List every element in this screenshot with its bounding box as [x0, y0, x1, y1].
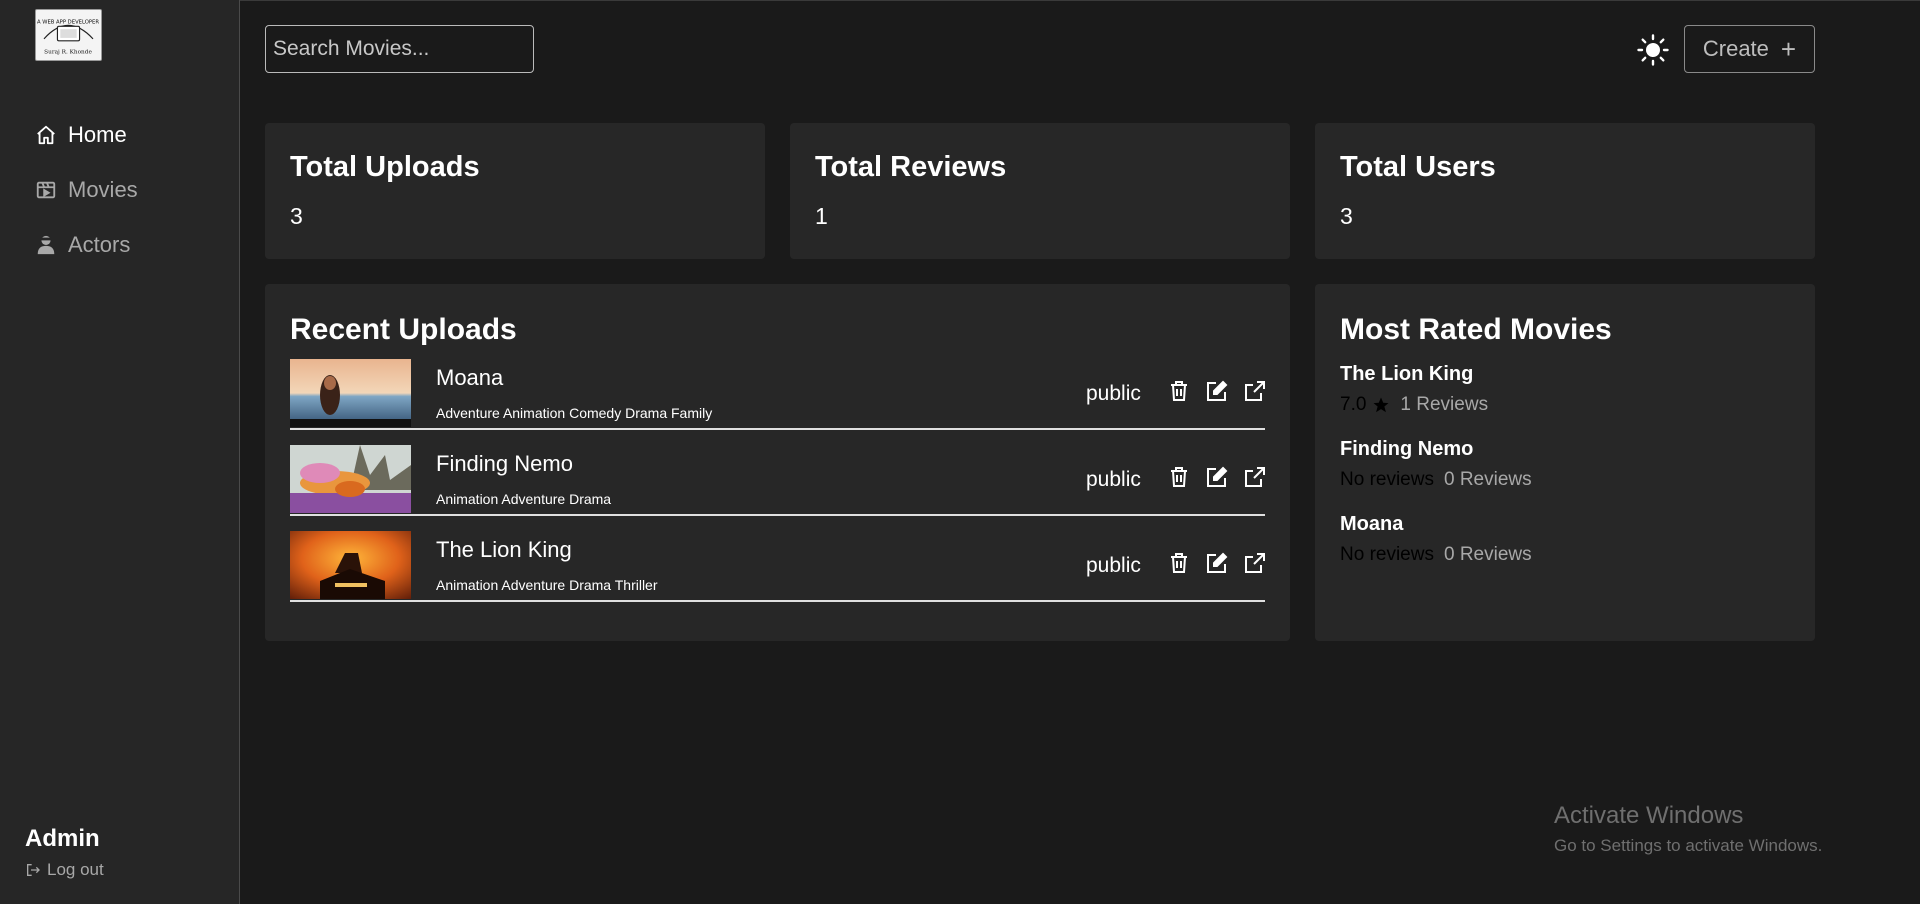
sidebar-item-actors[interactable]: Actors	[35, 230, 138, 260]
user-icon	[35, 234, 57, 256]
section-title: Most Rated Movies	[1340, 313, 1612, 346]
row-actions	[1167, 379, 1281, 405]
film-icon	[35, 179, 57, 201]
logo-text-bottom: Suraj R. Khonde	[44, 49, 92, 55]
stat-card-uploads: Total Uploads 3	[265, 123, 765, 259]
user-name: Admin	[25, 825, 100, 852]
external-link-icon[interactable]	[1243, 551, 1269, 577]
rating-score: No reviews	[1340, 544, 1434, 565]
activation-watermark-title: Activate Windows	[1554, 802, 1744, 829]
sidebar: A WEB APP DEVELOPER Suraj R. Khonde Home…	[0, 0, 240, 904]
movie-title: Moana	[1340, 513, 1404, 535]
sidebar-item-label: Home	[68, 122, 127, 147]
delete-icon[interactable]	[1167, 379, 1193, 405]
stat-card-reviews: Total Reviews 1	[790, 123, 1290, 259]
sidebar-item-label: Actors	[68, 232, 131, 257]
list-item[interactable]: Finding Nemo No reviews 0 Reviews	[1340, 438, 1532, 491]
movie-poster[interactable]	[290, 531, 411, 599]
sidebar-item-label: Movies	[68, 177, 138, 202]
logout-icon	[27, 864, 40, 876]
stat-value: 3	[290, 203, 303, 229]
most-rated-card: Most Rated Movies The Lion King 7.0 1 Re…	[1315, 284, 1815, 641]
stat-title: Total Users	[1340, 151, 1496, 183]
recent-uploads-card: Recent Uploads Moana Adventure Animation…	[265, 284, 1290, 641]
logo-image: A WEB APP DEVELOPER Suraj R. Khonde	[36, 10, 101, 60]
list-item[interactable]: The Lion King 7.0 1 Reviews	[1340, 363, 1488, 416]
section-title: Recent Uploads	[290, 313, 517, 346]
row-actions	[1167, 465, 1281, 491]
movie-genres: Animation Adventure Drama	[436, 491, 612, 507]
movie-title: Finding Nemo	[436, 451, 573, 476]
sidebar-nav: Home Movies Actors	[35, 120, 138, 285]
sidebar-item-movies[interactable]: Movies	[35, 175, 138, 205]
logo[interactable]: A WEB APP DEVELOPER Suraj R. Khonde	[35, 9, 102, 61]
rating-score: 7.0	[1340, 394, 1367, 415]
movie-genres: Adventure Animation Comedy Drama Family	[436, 405, 713, 421]
logout-label: Log out	[47, 860, 104, 879]
movie-title: The Lion King	[1340, 363, 1474, 385]
status-badge: public	[1086, 554, 1141, 577]
activation-watermark-text: Go to Settings to activate Windows.	[1554, 836, 1823, 855]
plus-icon: +	[1780, 33, 1797, 64]
rating-score: No reviews	[1340, 469, 1434, 490]
external-link-icon[interactable]	[1243, 379, 1269, 405]
logo-text-top: A WEB APP DEVELOPER	[37, 19, 99, 25]
movie-poster[interactable]	[290, 359, 411, 427]
row-actions	[1167, 551, 1281, 577]
table-row: Moana Adventure Animation Comedy Drama F…	[290, 359, 1265, 430]
edit-icon[interactable]	[1205, 379, 1231, 405]
movie-title: Finding Nemo	[1340, 438, 1474, 460]
external-link-icon[interactable]	[1243, 465, 1269, 491]
stat-card-users: Total Users 3	[1315, 123, 1815, 259]
review-count: 0 Reviews	[1443, 544, 1532, 565]
stat-value: 1	[815, 203, 828, 229]
delete-icon[interactable]	[1167, 465, 1193, 491]
stat-title: Total Uploads	[290, 151, 480, 183]
table-row: The Lion King Animation Adventure Drama …	[290, 531, 1265, 602]
stat-title: Total Reviews	[815, 151, 1007, 183]
list-item[interactable]: Moana No reviews 0 Reviews	[1340, 513, 1532, 566]
create-button[interactable]: Create +	[1684, 25, 1815, 73]
sun-icon[interactable]	[1637, 34, 1669, 66]
search-input[interactable]	[265, 25, 534, 73]
movie-poster[interactable]	[290, 445, 411, 513]
movie-title: Moana	[436, 365, 504, 390]
create-label: Create	[1702, 36, 1769, 61]
home-icon	[35, 124, 57, 146]
status-badge: public	[1086, 382, 1141, 405]
logout-link[interactable]: Log out	[25, 860, 104, 880]
delete-icon[interactable]	[1167, 551, 1193, 577]
status-badge: public	[1086, 468, 1141, 491]
stat-value: 3	[1340, 203, 1353, 229]
movie-title: The Lion King	[436, 537, 572, 562]
edit-icon[interactable]	[1205, 465, 1231, 491]
top-border	[0, 0, 1920, 1]
star-icon	[1373, 397, 1389, 413]
movie-genres: Animation Adventure Drama Thriller	[436, 577, 658, 593]
sidebar-item-home[interactable]: Home	[35, 120, 138, 150]
edit-icon[interactable]	[1205, 551, 1231, 577]
review-count: 0 Reviews	[1443, 469, 1532, 490]
review-count: 1 Reviews	[1400, 394, 1489, 415]
table-row: Finding Nemo Animation Adventure Drama p…	[290, 445, 1265, 516]
